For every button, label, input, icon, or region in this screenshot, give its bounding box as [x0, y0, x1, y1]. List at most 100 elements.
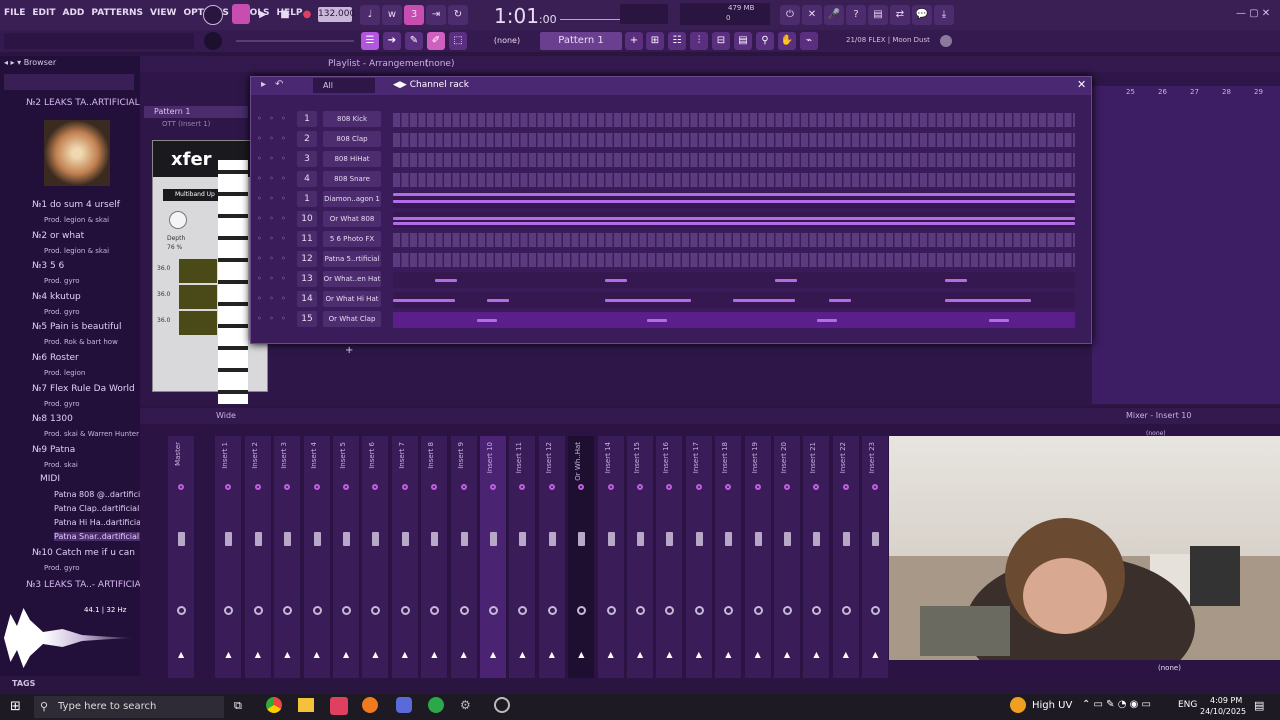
- channel-name-button[interactable]: 5 6 Photo FX: [323, 231, 381, 247]
- mixer-strip[interactable]: Insert 21 ▲: [803, 436, 831, 678]
- mixer-route-arrow[interactable]: ▲: [343, 650, 349, 659]
- mixer-route-arrow[interactable]: ▲: [519, 650, 525, 659]
- channel-volume-knob[interactable]: ◦: [281, 154, 286, 163]
- mixer-strip[interactable]: Insert 7 ▲: [391, 436, 419, 678]
- mixer-send-knob[interactable]: [694, 606, 704, 615]
- menu-edit[interactable]: EDIT: [32, 8, 55, 18]
- mixer-fader[interactable]: [548, 532, 556, 546]
- mixer-pan-knob[interactable]: [225, 484, 232, 490]
- mixer-strip[interactable]: Insert 23 ▲: [862, 436, 890, 678]
- save-icon[interactable]: ▤: [868, 5, 888, 25]
- channel-mixer-track[interactable]: 1: [297, 191, 317, 207]
- mixer-fader[interactable]: [666, 532, 674, 546]
- mixer-route-arrow[interactable]: ▲: [284, 650, 290, 659]
- mixer-send-knob[interactable]: [459, 606, 469, 615]
- step-sequencer[interactable]: [393, 253, 1075, 267]
- step-sequencer[interactable]: [393, 173, 1075, 187]
- mixer-strip[interactable]: Master ▲: [168, 436, 195, 678]
- mixer-pan-knob[interactable]: [178, 484, 184, 490]
- mixer-pan-knob[interactable]: [401, 484, 408, 490]
- plugin-icon[interactable]: ⚲: [756, 32, 774, 50]
- mixer-route-arrow[interactable]: ▲: [402, 650, 408, 659]
- preset-selector[interactable]: Multiband Up: [163, 189, 223, 201]
- channel-pan-knob[interactable]: ◦: [269, 174, 274, 183]
- clock-date[interactable]: 24/10/2025: [1200, 707, 1246, 716]
- mixer-strip[interactable]: Insert 6 ▲: [362, 436, 390, 678]
- mixer-send-knob[interactable]: [547, 606, 557, 615]
- mixer-send-knob[interactable]: [489, 606, 498, 615]
- help-icon[interactable]: ?: [846, 5, 866, 25]
- channel-mixer-track[interactable]: 12: [297, 251, 317, 267]
- channel-name-button[interactable]: 808 Snare: [323, 171, 381, 187]
- step-sequencer[interactable]: [393, 153, 1075, 167]
- menu-file[interactable]: FILE: [4, 8, 25, 18]
- mixer-send-knob[interactable]: [224, 606, 234, 615]
- mixer-route-arrow[interactable]: ▲: [784, 650, 790, 659]
- tempo-display[interactable]: 132.000: [318, 7, 355, 22]
- mixer-slot-selector[interactable]: (none): [1146, 430, 1226, 437]
- next-icon[interactable]: ➔: [383, 32, 401, 50]
- mixer-route-arrow[interactable]: ▲: [872, 650, 878, 659]
- chat-icon[interactable]: 💬: [912, 5, 932, 25]
- mixer-fader[interactable]: [372, 532, 380, 546]
- mixer-pan-knob[interactable]: [490, 484, 496, 490]
- mixer-send-knob[interactable]: [342, 606, 351, 615]
- mixer-strip[interactable]: Insert 15 ▲: [627, 436, 654, 678]
- mixer-route-arrow[interactable]: ▲: [461, 650, 467, 659]
- mini-piano-roll[interactable]: [393, 272, 1075, 288]
- taskbar-search[interactable]: ⚲ Type here to search: [34, 696, 224, 718]
- mixer-pan-knob[interactable]: [431, 484, 438, 490]
- step-edit-icon[interactable]: ⇥: [426, 5, 446, 25]
- file-explorer-icon[interactable]: [298, 698, 314, 712]
- mixer-pan-knob[interactable]: [343, 484, 349, 490]
- rack-undo-icon[interactable]: ↶: [275, 79, 283, 90]
- mixer-strip[interactable]: Insert 20 ▲: [774, 436, 801, 678]
- mixer-send-knob[interactable]: [177, 606, 186, 615]
- mixer-fader[interactable]: [490, 532, 497, 546]
- mixer-route-arrow[interactable]: ▲: [549, 650, 555, 659]
- mini-piano-roll[interactable]: [393, 312, 1075, 328]
- mixer-pan-knob[interactable]: [372, 484, 379, 490]
- channel-rack-icon[interactable]: ⊟: [712, 32, 730, 50]
- mixer-fader[interactable]: [401, 532, 409, 546]
- clipboard-icon[interactable]: ⌁: [800, 32, 818, 50]
- mixer-strip[interactable]: Insert 2 ▲: [244, 436, 272, 678]
- channel-pan-knob[interactable]: ◦: [269, 234, 274, 243]
- piano-roll-icon[interactable]: ☷: [668, 32, 686, 50]
- mixer-route-selector[interactable]: (none): [1134, 660, 1280, 676]
- master-pitch-slider[interactable]: [236, 40, 354, 42]
- mixer-send-knob[interactable]: [253, 606, 263, 615]
- mixer-pan-knob[interactable]: [548, 484, 555, 490]
- start-icon[interactable]: ⊞: [10, 699, 21, 714]
- browser-tabs[interactable]: [4, 74, 134, 90]
- playlist-grid[interactable]: [1092, 86, 1280, 404]
- snap-selector[interactable]: (none): [482, 34, 532, 48]
- mixer-route-arrow[interactable]: ▲: [255, 650, 261, 659]
- mixer-fader[interactable]: [754, 532, 762, 546]
- language-indicator[interactable]: ENG: [1178, 700, 1197, 710]
- chrome-icon[interactable]: [266, 697, 282, 713]
- step-sequencer[interactable]: [393, 113, 1075, 127]
- mixer-route-arrow[interactable]: ▲: [578, 650, 584, 659]
- step-sequencer[interactable]: [393, 233, 1075, 247]
- channel-name-button[interactable]: Or What..en Hat: [323, 271, 381, 287]
- mixer-route-arrow[interactable]: ▲: [696, 650, 702, 659]
- mixer-send-knob[interactable]: [577, 606, 587, 615]
- mixer-pan-knob[interactable]: [637, 484, 643, 490]
- channel-volume-knob[interactable]: ◦: [281, 294, 286, 303]
- mixer-pan-knob[interactable]: [695, 484, 702, 490]
- channel-pan-knob[interactable]: ◦: [269, 294, 274, 303]
- mixer-strip[interactable]: Insert 22 ▲: [832, 436, 860, 678]
- piano-keyboard[interactable]: [218, 160, 248, 404]
- mini-piano-roll[interactable]: [393, 212, 1075, 228]
- channel-mixer-track[interactable]: 14: [297, 291, 317, 307]
- mixer-route-arrow[interactable]: ▲: [372, 650, 378, 659]
- step-sequencer[interactable]: [393, 133, 1075, 147]
- mixer-fader[interactable]: [637, 532, 644, 546]
- mixer-send-knob[interactable]: [518, 606, 528, 615]
- channel-mute-led[interactable]: ◦: [257, 154, 262, 163]
- channel-name-button[interactable]: 808 Clap: [323, 131, 381, 147]
- mixer-send-knob[interactable]: [371, 606, 381, 615]
- play-button[interactable]: ▶: [253, 5, 273, 25]
- channel-mixer-track[interactable]: 15: [297, 311, 317, 327]
